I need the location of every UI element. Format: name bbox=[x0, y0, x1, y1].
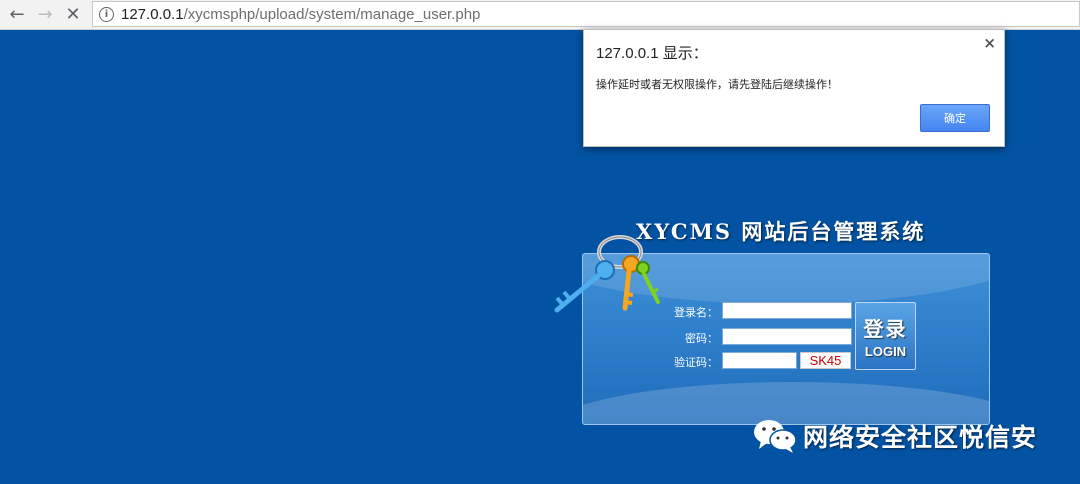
login-title: XYCMS 网站后台管理系统 bbox=[636, 219, 926, 244]
username-input[interactable] bbox=[722, 302, 852, 319]
login-button[interactable]: 登录 LOGIN bbox=[855, 302, 916, 370]
url-host: 127.0.0.1 bbox=[121, 5, 184, 23]
browser-toolbar: ← → ✕ i 127.0.0.1/xycmsphp/upload/system… bbox=[0, 0, 1080, 30]
wechat-icon bbox=[754, 420, 797, 453]
login-button-label-cn: 登录 bbox=[863, 317, 908, 341]
green-key-icon bbox=[636, 261, 660, 304]
captcha-image[interactable]: SK45 bbox=[800, 352, 851, 369]
login-button-label-en: LOGIN bbox=[864, 344, 907, 359]
alert-title: 127.0.0.1 显示： bbox=[596, 45, 708, 62]
info-icon[interactable]: i bbox=[99, 6, 114, 22]
url-path: /xycmsphp/upload/system/manage_user.php bbox=[183, 5, 481, 23]
captcha-input[interactable] bbox=[722, 352, 797, 369]
orange-key-icon bbox=[622, 255, 640, 311]
captcha-label: 验证码： bbox=[674, 356, 718, 369]
watermark: 网络安全社区悦信安 bbox=[753, 418, 1037, 454]
blue-key-icon bbox=[554, 260, 615, 313]
watermark-text: 网络安全社区悦信安 bbox=[803, 423, 1038, 452]
alert-message: 操作延时或者无权限操作，请先登陆后继续操作！ bbox=[596, 78, 838, 91]
password-input[interactable] bbox=[722, 328, 852, 345]
username-label: 登录名： bbox=[674, 306, 718, 319]
password-label: 密码： bbox=[685, 332, 718, 345]
close-icon[interactable]: × bbox=[983, 34, 996, 52]
ok-button[interactable]: 确定 bbox=[920, 104, 990, 132]
close-icon[interactable]: ✕ bbox=[60, 2, 86, 28]
alert-dialog: 127.0.0.1 显示： × 操作延时或者无权限操作，请先登陆后继续操作！ 确… bbox=[583, 29, 1005, 147]
back-arrow-icon[interactable]: ← bbox=[4, 2, 30, 28]
address-bar[interactable]: i 127.0.0.1/xycmsphp/upload/system/manag… bbox=[92, 1, 1080, 27]
forward-arrow-icon[interactable]: → bbox=[32, 2, 58, 28]
keys-icon bbox=[554, 235, 660, 313]
